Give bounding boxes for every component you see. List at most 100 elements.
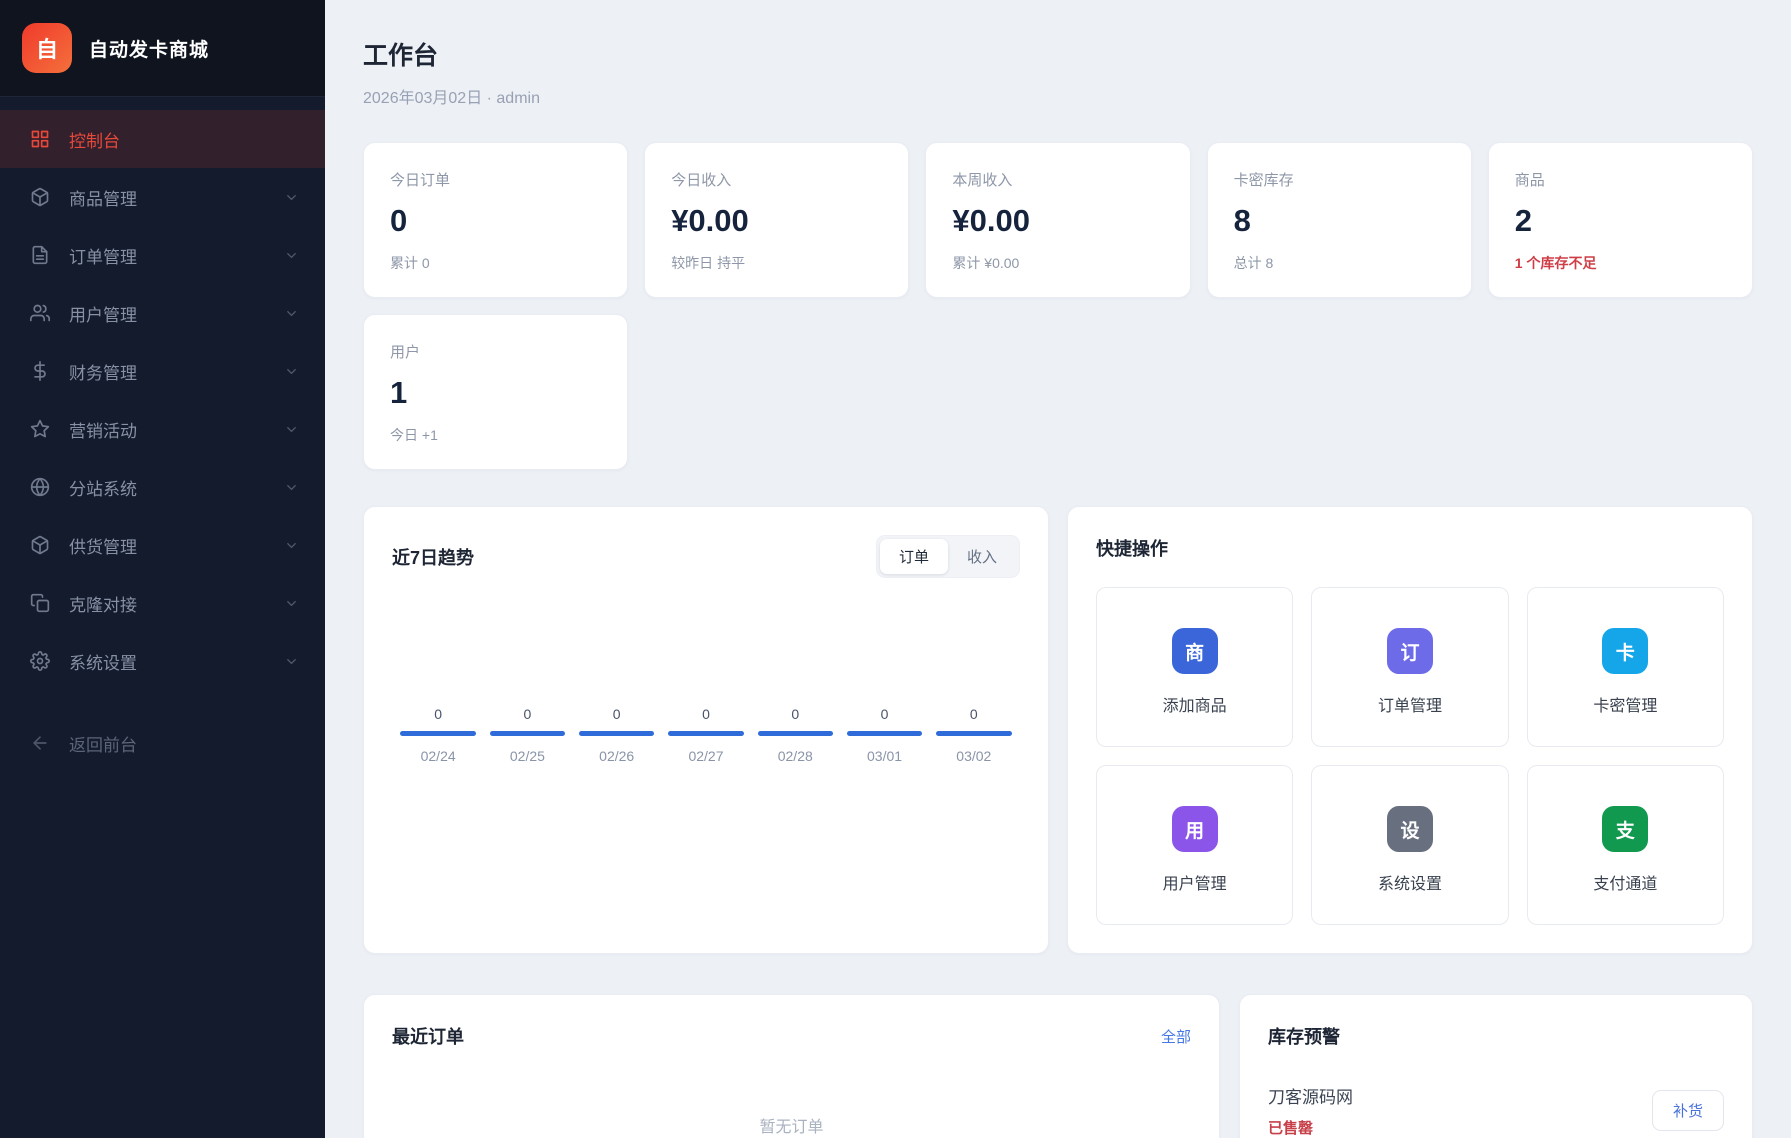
chart-bar (579, 731, 654, 736)
quick-actions-grid: 商 添加商品 订 订单管理 卡 卡密管理 用 用户管理 设 系统设置 (1096, 587, 1724, 925)
quick-action-label: 订单管理 (1312, 692, 1507, 716)
stat-card-products: 商品 2 1 个库存不足 (1488, 142, 1753, 298)
sidebar-item-dashboard[interactable]: 控制台 (0, 110, 325, 168)
chevron-down-icon (284, 654, 299, 669)
stat-value: 0 (390, 203, 601, 239)
chart-value: 0 (934, 706, 1014, 722)
stats-grid: 今日订单 0 累计 0 今日收入 ¥0.00 较昨日 持平 本周收入 ¥0.00… (363, 142, 1753, 470)
copy-icon (30, 593, 50, 613)
quick-action-label: 添加商品 (1097, 692, 1292, 716)
recent-orders-card: 最近订单 全部 暂无订单 (363, 994, 1220, 1138)
sidebar-item-clone[interactable]: 克隆对接 (0, 574, 325, 632)
chart-column: 0 02/28 (755, 706, 835, 764)
chevron-down-icon (284, 538, 299, 553)
gear-icon (30, 651, 50, 671)
quick-action-label: 系统设置 (1312, 870, 1507, 894)
cube-icon (30, 535, 50, 555)
quick-actions-card: 快捷操作 商 添加商品 订 订单管理 卡 卡密管理 用 用户管理 (1067, 506, 1753, 954)
quick-action-system-settings[interactable]: 设 系统设置 (1311, 765, 1508, 925)
chevron-down-icon (284, 364, 299, 379)
stat-card-users: 用户 1 今日 +1 (363, 314, 628, 470)
chart-column: 0 02/27 (666, 706, 746, 764)
chart-column: 0 02/26 (577, 706, 657, 764)
arrow-left-icon (30, 733, 50, 753)
chart-bar (668, 731, 743, 736)
trend-title: 近7日趋势 (392, 544, 474, 570)
app-title: 自动发卡商城 (89, 35, 209, 62)
chart-tick-label: 02/24 (398, 748, 478, 764)
stat-sub: 累计 0 (390, 253, 601, 273)
user-icon: 用 (1172, 806, 1218, 852)
chevron-down-icon (284, 248, 299, 263)
sidebar-item-orders[interactable]: 订单管理 (0, 226, 325, 284)
sidebar-item-label: 财务管理 (69, 359, 284, 384)
sidebar-item-supply[interactable]: 供货管理 (0, 516, 325, 574)
sidebar-item-products[interactable]: 商品管理 (0, 168, 325, 226)
quick-action-payment-channel[interactable]: 支 支付通道 (1527, 765, 1724, 925)
back-to-frontend-link[interactable]: 返回前台 (0, 714, 325, 772)
sidebar-item-label: 订单管理 (69, 243, 284, 268)
quick-actions-title: 快捷操作 (1096, 535, 1724, 561)
sidebar-item-label: 商品管理 (69, 185, 284, 210)
tab-orders[interactable]: 订单 (880, 539, 948, 574)
stat-label: 商品 (1515, 169, 1726, 190)
trend-chart-card: 近7日趋势 订单 收入 0 02/24 0 02/25 0 (363, 506, 1049, 954)
users-icon (30, 303, 50, 323)
back-to-frontend-label: 返回前台 (69, 731, 299, 756)
chart-tick-label: 02/27 (666, 748, 746, 764)
sidebar: 自 自动发卡商城 控制台 商品管理 订单管理 用户管理 财务管理 (0, 0, 325, 1138)
quick-action-add-product[interactable]: 商 添加商品 (1096, 587, 1293, 747)
chart-column: 0 02/25 (487, 706, 567, 764)
chevron-down-icon (284, 422, 299, 437)
sidebar-item-substation[interactable]: 分站系统 (0, 458, 325, 516)
quick-action-card-management[interactable]: 卡 卡密管理 (1527, 587, 1724, 747)
restock-button[interactable]: 补货 (1652, 1090, 1724, 1131)
stock-alert-item: 刀客源码网 已售罄 补货 (1268, 1083, 1724, 1138)
sidebar-nav: 控制台 商品管理 订单管理 用户管理 财务管理 营销活动 (0, 97, 325, 1138)
settings-icon: 设 (1387, 806, 1433, 852)
globe-icon (30, 477, 50, 497)
empty-orders-text: 暂无订单 (392, 1049, 1191, 1138)
quick-action-label: 支付通道 (1528, 870, 1723, 894)
sidebar-item-users[interactable]: 用户管理 (0, 284, 325, 342)
sidebar-item-settings[interactable]: 系统设置 (0, 632, 325, 690)
quick-action-order-management[interactable]: 订 订单管理 (1311, 587, 1508, 747)
view-all-link[interactable]: 全部 (1161, 1026, 1191, 1047)
app-logo: 自 (22, 23, 72, 73)
chart-value: 0 (755, 706, 835, 722)
stat-card-card-stock: 卡密库存 8 总计 8 (1207, 142, 1472, 298)
stat-sub: 总计 8 (1234, 253, 1445, 273)
chevron-down-icon (284, 190, 299, 205)
sidebar-item-label: 克隆对接 (69, 591, 284, 616)
sidebar-item-label: 营销活动 (69, 417, 284, 442)
quick-action-user-management[interactable]: 用 用户管理 (1096, 765, 1293, 925)
stat-card-today-revenue: 今日收入 ¥0.00 较昨日 持平 (644, 142, 909, 298)
tab-revenue[interactable]: 收入 (948, 539, 1016, 574)
chart-tick-label: 03/01 (844, 748, 924, 764)
chart-bar (400, 731, 475, 736)
chart-column: 0 03/01 (844, 706, 924, 764)
stat-value: ¥0.00 (952, 203, 1163, 239)
stat-value: ¥0.00 (671, 203, 882, 239)
sidebar-item-label: 分站系统 (69, 475, 284, 500)
chevron-down-icon (284, 596, 299, 611)
main-content: 工作台 2026年03月02日 · admin 今日订单 0 累计 0 今日收入… (325, 0, 1791, 1138)
stat-card-week-revenue: 本周收入 ¥0.00 累计 ¥0.00 (925, 142, 1190, 298)
cube-icon (30, 187, 50, 207)
stat-value: 2 (1515, 203, 1726, 239)
document-icon (30, 245, 50, 265)
sidebar-item-finance[interactable]: 财务管理 (0, 342, 325, 400)
product-icon: 商 (1172, 628, 1218, 674)
chart-bar (758, 731, 833, 736)
chart-column: 0 02/24 (398, 706, 478, 764)
middle-row: 近7日趋势 订单 收入 0 02/24 0 02/25 0 (363, 506, 1753, 954)
dollar-icon (30, 361, 50, 381)
stock-alert-card: 库存预警 刀客源码网 已售罄 补货 (1239, 994, 1753, 1138)
chart-bar (490, 731, 565, 736)
stat-card-today-orders: 今日订单 0 累计 0 (363, 142, 628, 298)
sidebar-item-marketing[interactable]: 营销活动 (0, 400, 325, 458)
brand: 自 自动发卡商城 (0, 0, 325, 97)
stat-value: 1 (390, 375, 601, 411)
stat-label: 本周收入 (952, 169, 1163, 190)
quick-action-label: 用户管理 (1097, 870, 1292, 894)
